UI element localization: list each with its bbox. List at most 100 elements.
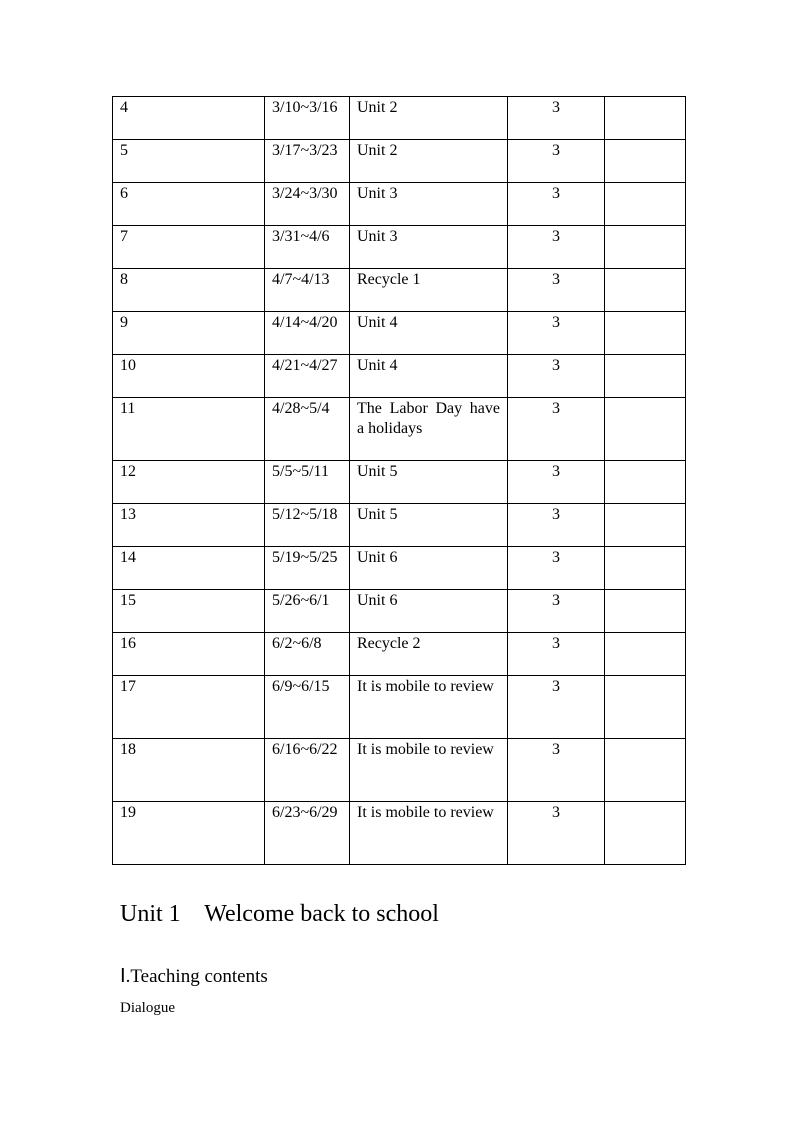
content-cell: Unit 3 — [349, 182, 508, 226]
week-cell: 13 — [112, 503, 265, 547]
week-cell: 15 — [112, 589, 265, 633]
content-cell: Unit 5 — [349, 503, 508, 547]
hours-cell: 3 — [507, 268, 605, 312]
content-cell: Unit 6 — [349, 589, 508, 633]
date-cell: 3/17~3/23 — [264, 139, 350, 183]
hours-cell: 3 — [507, 460, 605, 504]
hours-cell: 3 — [507, 354, 605, 398]
week-cell: 7 — [112, 225, 265, 269]
table-row: 5 3/17~3/23 Unit 23 — [112, 139, 686, 183]
table-row: 10 4/21~4/27 Unit 43 — [112, 354, 686, 398]
date-cell: 5/5~5/11 — [264, 460, 350, 504]
week-cell: 14 — [112, 546, 265, 590]
hours-cell: 3 — [507, 311, 605, 355]
date-cell: 4/21~4/27 — [264, 354, 350, 398]
date-cell: 3/24~3/30 — [264, 182, 350, 226]
week-cell: 4 — [112, 96, 265, 140]
content-cell: Unit 5 — [349, 460, 508, 504]
note-cell — [604, 546, 686, 590]
date-cell: 3/31~4/6 — [264, 225, 350, 269]
table-row: 11 4/28~5/4 The Labor Day have a holidays 3 — [112, 397, 686, 461]
content-cell: The Labor Day have a holidays — [349, 397, 508, 461]
hours-cell: 3 — [507, 139, 605, 183]
date-cell: 5/12~5/18 — [264, 503, 350, 547]
table-row: 14 5/19~5/25 Unit 63 — [112, 546, 686, 590]
hours-cell: 3 — [507, 632, 605, 676]
date-cell: 6/23~6/29 — [264, 801, 350, 865]
date-cell: 4/7~4/13 — [264, 268, 350, 312]
table-row: 19 6/23~6/29 It is mobile to review 3 — [112, 801, 686, 865]
week-cell: 16 — [112, 632, 265, 676]
table-row: 9 4/14~4/20 Unit 43 — [112, 311, 686, 355]
hours-cell: 3 — [507, 801, 605, 865]
hours-cell: 3 — [507, 503, 605, 547]
table-row: 18 6/16~6/22 It is mobile to review 3 — [112, 738, 686, 802]
note-cell — [604, 675, 686, 739]
week-cell: 12 — [112, 460, 265, 504]
content-cell: It is mobile to review — [349, 675, 508, 739]
table-row: 6 3/24~3/30 Unit 33 — [112, 182, 686, 226]
note-cell — [604, 397, 686, 461]
table-row: 17 6/9~6/15 It is mobile to review 3 — [112, 675, 686, 739]
content-cell: Unit 4 — [349, 354, 508, 398]
week-cell: 19 — [112, 801, 265, 865]
note-cell — [604, 738, 686, 802]
table-row: 13 5/12~5/18 Unit 53 — [112, 503, 686, 547]
dialogue-label: Dialogue — [120, 1000, 175, 1016]
content-cell: It is mobile to review — [349, 738, 508, 802]
table-row: 15 5/26~6/1 Unit 63 — [112, 589, 686, 633]
date-cell: 6/2~6/8 — [264, 632, 350, 676]
hours-cell: 3 — [507, 225, 605, 269]
note-cell — [604, 182, 686, 226]
week-cell: 17 — [112, 675, 265, 739]
note-cell — [604, 354, 686, 398]
date-cell: 3/10~3/16 — [264, 96, 350, 140]
week-cell: 11 — [112, 397, 265, 461]
hours-cell: 3 — [507, 96, 605, 140]
table-row: 16 6/2~6/8 Recycle 23 — [112, 632, 686, 676]
table-row: 7 3/31~4/6 Unit 33 — [112, 225, 686, 269]
week-cell: 18 — [112, 738, 265, 802]
week-cell: 8 — [112, 268, 265, 312]
note-cell — [604, 225, 686, 269]
content-cell: Unit 6 — [349, 546, 508, 590]
note-cell — [604, 139, 686, 183]
table-row: 12 5/5~5/11 Unit 53 — [112, 460, 686, 504]
hours-cell: 3 — [507, 397, 605, 461]
date-cell: 5/19~5/25 — [264, 546, 350, 590]
content-cell: Unit 2 — [349, 139, 508, 183]
table-row: 4 3/10~3/16 Unit 23 — [112, 96, 686, 140]
week-cell: 5 — [112, 139, 265, 183]
content-cell: Recycle 2 — [349, 632, 508, 676]
hours-cell: 3 — [507, 738, 605, 802]
week-cell: 10 — [112, 354, 265, 398]
unit-title: Unit 1 Welcome back to school — [120, 901, 439, 927]
schedule-table: 4 3/10~3/16 Unit 2 3 5 3/17~3/23 Unit 2 3 6 3/24~… — [112, 96, 686, 865]
note-cell — [604, 311, 686, 355]
note-cell — [604, 460, 686, 504]
table-row: 8 4/7~4/13 Recycle 13 — [112, 268, 686, 312]
date-cell: 4/14~4/20 — [264, 311, 350, 355]
note-cell — [604, 589, 686, 633]
hours-cell: 3 — [507, 546, 605, 590]
week-cell: 6 — [112, 182, 265, 226]
week-cell: 9 — [112, 311, 265, 355]
note-cell — [604, 268, 686, 312]
content-cell: Unit 4 — [349, 311, 508, 355]
content-cell: Unit 2 — [349, 96, 508, 140]
hours-cell: 3 — [507, 182, 605, 226]
note-cell — [604, 801, 686, 865]
section-title: Ⅰ.Teaching contents — [120, 966, 268, 987]
note-cell — [604, 632, 686, 676]
hours-cell: 3 — [507, 589, 605, 633]
date-cell: 5/26~6/1 — [264, 589, 350, 633]
note-cell — [604, 503, 686, 547]
date-cell: 4/28~5/4 — [264, 397, 350, 461]
schedule-table-body: 4 3/10~3/16 Unit 2 3 5 3/17~3/23 Unit 2 3 6 3/24~… — [112, 96, 686, 865]
content-cell: It is mobile to review — [349, 801, 508, 865]
content-cell: Recycle 1 — [349, 268, 508, 312]
content-cell: Unit 3 — [349, 225, 508, 269]
date-cell: 6/16~6/22 — [264, 738, 350, 802]
note-cell — [604, 96, 686, 140]
date-cell: 6/9~6/15 — [264, 675, 350, 739]
